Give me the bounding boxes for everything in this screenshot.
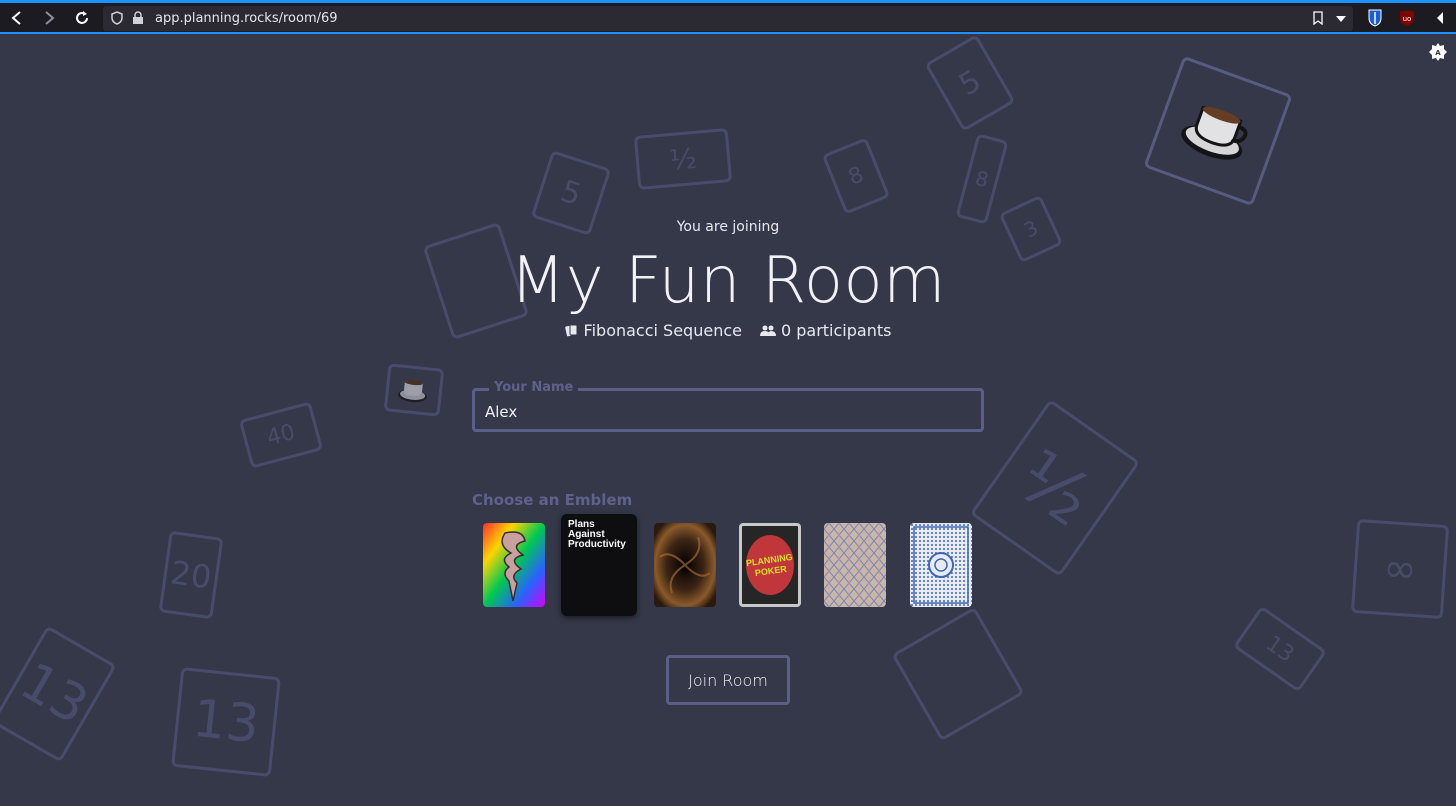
reload-icon — [76, 11, 88, 24]
chevron-down-icon[interactable] — [1335, 14, 1347, 24]
emblem-rainbow-swirl[interactable] — [483, 523, 545, 607]
bg-card: 8 — [821, 137, 891, 215]
bg-card: 13 — [1232, 605, 1328, 693]
shield-icon[interactable] — [110, 11, 124, 25]
emblem-diamond-pattern[interactable] — [824, 523, 886, 607]
svg-text:uo: uo — [1403, 15, 1412, 23]
blue-mandala-image — [910, 523, 972, 607]
back-button[interactable] — [5, 6, 29, 30]
deck-info: Fibonacci Sequence — [564, 321, 742, 340]
forward-arrow-icon — [45, 11, 55, 25]
back-arrow-icon — [11, 11, 21, 25]
join-room-button[interactable]: Join Room — [666, 655, 790, 705]
vortex-image — [654, 523, 716, 607]
rainbow-swirl-image — [483, 523, 545, 607]
emblem-label: Choose an Emblem — [472, 491, 633, 509]
users-icon — [759, 325, 776, 336]
emblem-caption: Plans Against Productivity — [568, 519, 626, 550]
extensions-menu-icon[interactable] — [1430, 8, 1450, 28]
bg-card: 20 — [158, 530, 224, 620]
planning-poker-image: PLANNING POKER — [745, 535, 794, 595]
svg-text:A: A — [1435, 49, 1441, 57]
emblem-dark-vortex[interactable] — [654, 523, 716, 607]
bitwarden-extension-icon[interactable] — [1365, 8, 1385, 28]
room-title: My Fun Room — [510, 244, 946, 318]
bg-card: ∞ — [1350, 518, 1450, 620]
bg-card: ½ — [969, 399, 1141, 577]
bookmark-icon[interactable] — [1312, 11, 1324, 25]
participants-count: 0 participants — [780, 321, 892, 340]
bg-card: ½ — [633, 128, 733, 190]
theme-settings-icon[interactable]: A — [1428, 42, 1448, 62]
name-input[interactable] — [483, 399, 977, 425]
bg-card: 8 — [955, 133, 1009, 225]
deck-name: Fibonacci Sequence — [583, 321, 742, 340]
bg-card-faded — [891, 606, 1025, 742]
coffee-card-small — [383, 363, 445, 417]
lock-icon[interactable] — [132, 11, 144, 25]
bg-card: 13 — [0, 625, 117, 763]
forward-button[interactable] — [37, 6, 61, 30]
participants-info: 0 participants — [759, 321, 892, 340]
coffee-cup-icon — [398, 380, 427, 403]
room-meta: Fibonacci Sequence 0 participants — [0, 321, 1456, 340]
address-bar[interactable]: app.planning.rocks/room/69 — [103, 6, 1353, 31]
name-field[interactable]: Your Name — [472, 380, 984, 432]
coffee-card — [1143, 55, 1293, 207]
diamond-pattern-image — [824, 523, 886, 607]
bg-card: 40 — [238, 401, 324, 469]
emblem-planning-poker[interactable]: PLANNING POKER — [739, 523, 801, 607]
emblem-plans-against-productivity[interactable]: Plans Against Productivity — [561, 514, 637, 616]
bg-card: 13 — [171, 667, 281, 777]
app-viewport: 5 ½ 5 8 8 3 40 20 13 13 ∞ ½ 13 A You are… — [0, 34, 1456, 806]
joining-label: You are joining — [676, 219, 780, 235]
name-label: Your Name — [489, 380, 579, 395]
url-text: app.planning.rocks/room/69 — [155, 11, 338, 26]
cards-icon — [564, 324, 578, 336]
coffee-cup-icon — [1181, 105, 1248, 160]
emblem-blue-mandala[interactable] — [910, 523, 972, 607]
bg-card: 5 — [924, 34, 1016, 132]
browser-toolbar: app.planning.rocks/room/69 uo — [0, 0, 1456, 34]
reload-button[interactable] — [70, 6, 94, 30]
ublock-extension-icon[interactable]: uo — [1397, 8, 1417, 28]
